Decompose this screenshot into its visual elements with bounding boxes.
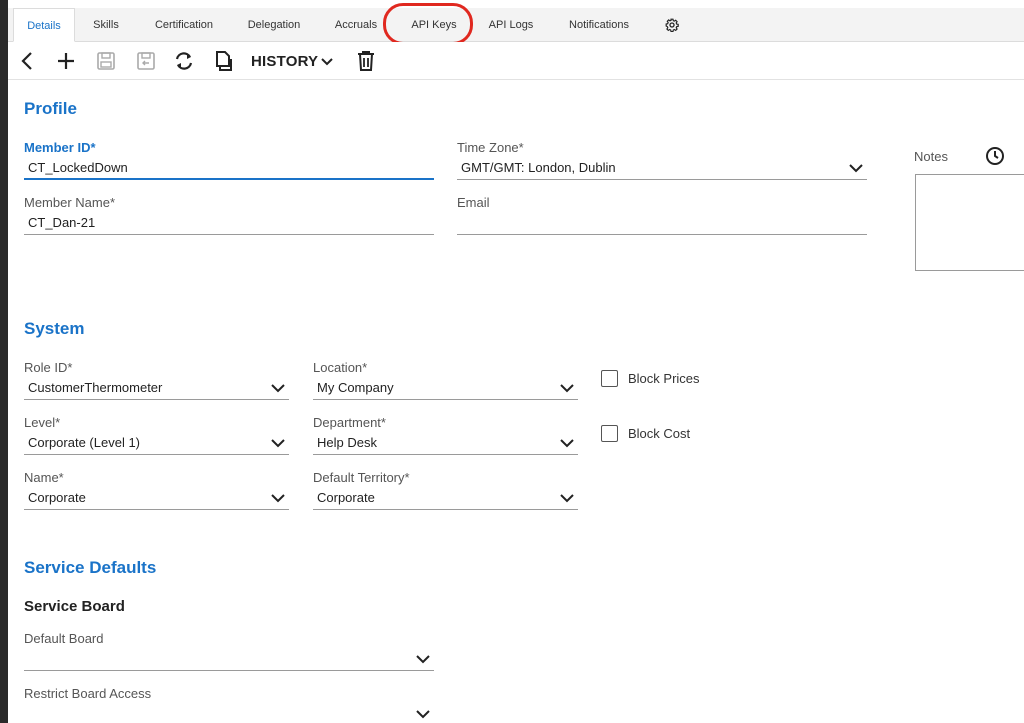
name-value: Corporate [28, 490, 86, 505]
role-id-field: Role ID* CustomerThermometer [24, 360, 289, 400]
tab-settings[interactable] [660, 8, 684, 42]
block-cost-checkbox[interactable]: Block Cost [601, 425, 690, 442]
refresh-button[interactable] [173, 50, 195, 72]
time-zone-field: Time Zone* GMT/GMT: London, Dublin [457, 140, 867, 180]
role-id-label: Role ID* [24, 360, 73, 375]
level-select[interactable]: Corporate (Level 1) [24, 433, 289, 455]
tab-api-logs[interactable]: API Logs [479, 8, 543, 42]
chevron-down-icon [560, 494, 574, 503]
default-board-select[interactable] [24, 649, 434, 671]
restrict-board-access-label: Restrict Board Access [24, 686, 152, 701]
notes-history-button[interactable] [985, 146, 1005, 171]
tab-bar: Details Skills Certification Delegation … [8, 8, 1024, 42]
profile-section-title: Profile [24, 99, 77, 118]
notes-label: Notes [914, 149, 948, 164]
email-field: Email [457, 195, 867, 235]
time-zone-label: Time Zone* [457, 140, 524, 155]
department-label: Department* [313, 415, 386, 430]
toolbar: HISTORY [8, 42, 1024, 80]
default-board-label: Default Board [24, 631, 104, 646]
block-prices-checkbox[interactable]: Block Prices [601, 370, 700, 387]
name-label: Name* [24, 470, 64, 485]
trash-icon [358, 51, 374, 71]
location-label: Location* [313, 360, 368, 375]
member-id-label: Member ID* [24, 140, 96, 155]
location-value: My Company [317, 380, 394, 395]
refresh-icon [175, 52, 193, 70]
service-defaults-section-title: Service Defaults [24, 558, 157, 577]
chevron-down-icon [321, 58, 333, 66]
save-icon [97, 52, 115, 70]
location-select[interactable]: My Company [313, 378, 578, 400]
level-field: Level* Corporate (Level 1) [24, 415, 289, 455]
api-keys-highlight-ring [383, 3, 473, 45]
name-select[interactable]: Corporate [24, 488, 289, 510]
chevron-down-icon [849, 164, 863, 173]
time-zone-select[interactable]: GMT/GMT: London, Dublin [457, 158, 867, 180]
clock-icon [986, 147, 1004, 165]
member-id-input[interactable]: CT_LockedDown [24, 158, 434, 180]
tab-skills[interactable]: Skills [80, 8, 132, 42]
save-button[interactable] [96, 50, 116, 72]
level-value: Corporate (Level 1) [28, 435, 140, 450]
chevron-down-icon [416, 710, 430, 719]
add-icon [58, 53, 74, 69]
member-id-field: Member ID* CT_LockedDown [24, 140, 434, 180]
chevron-down-icon [271, 494, 285, 503]
system-section-title: System [24, 319, 85, 338]
block-cost-label: Block Cost [628, 426, 691, 441]
email-input[interactable] [457, 213, 867, 235]
chevron-down-icon [560, 384, 574, 393]
save-and-close-icon [137, 52, 155, 70]
tab-delegation[interactable]: Delegation [237, 8, 311, 42]
role-id-select[interactable]: CustomerThermometer [24, 378, 289, 400]
role-id-value: CustomerThermometer [28, 380, 163, 395]
notes-textarea[interactable] [915, 174, 1024, 271]
add-button[interactable] [56, 50, 76, 72]
time-zone-value: GMT/GMT: London, Dublin [461, 160, 616, 175]
default-territory-select[interactable]: Corporate [313, 488, 578, 510]
history-label: HISTORY [251, 53, 319, 70]
chevron-down-icon [416, 655, 430, 664]
restrict-board-access-select[interactable] [24, 704, 434, 723]
restrict-board-access-field: Restrict Board Access [24, 686, 434, 723]
department-field: Department* Help Desk [313, 415, 578, 455]
email-label: Email [457, 195, 490, 210]
gear-icon [665, 18, 679, 33]
block-prices-box[interactable] [601, 370, 618, 387]
member-name-field: Member Name* CT_Dan-21 [24, 195, 434, 235]
tab-accruals[interactable]: Accruals [323, 8, 389, 42]
history-dropdown[interactable]: HISTORY [251, 53, 333, 70]
tab-certification[interactable]: Certification [141, 8, 227, 42]
chevron-down-icon [271, 384, 285, 393]
location-field: Location* My Company [313, 360, 578, 400]
window-edge [0, 0, 8, 723]
level-label: Level* [24, 415, 61, 430]
department-value: Help Desk [317, 435, 377, 450]
department-select[interactable]: Help Desk [313, 433, 578, 455]
default-territory-field: Default Territory* Corporate [313, 470, 578, 510]
chevron-down-icon [271, 439, 285, 448]
default-territory-label: Default Territory* [313, 470, 410, 485]
member-name-label: Member Name* [24, 195, 116, 210]
default-board-field: Default Board [24, 631, 434, 671]
back-icon [21, 52, 32, 70]
member-name-input[interactable]: CT_Dan-21 [24, 213, 434, 235]
block-prices-label: Block Prices [628, 371, 700, 386]
block-cost-box[interactable] [601, 425, 618, 442]
copy-icon [216, 51, 232, 71]
service-board-subtitle: Service Board [24, 598, 125, 615]
back-button[interactable] [20, 50, 34, 72]
tab-details[interactable]: Details [13, 8, 75, 42]
default-territory-value: Corporate [317, 490, 375, 505]
delete-button[interactable] [357, 50, 375, 72]
chevron-down-icon [560, 439, 574, 448]
tab-notifications[interactable]: Notifications [556, 8, 642, 42]
save-and-close-button[interactable] [136, 50, 156, 72]
name-field: Name* Corporate [24, 470, 289, 510]
copy-button[interactable] [214, 50, 232, 72]
